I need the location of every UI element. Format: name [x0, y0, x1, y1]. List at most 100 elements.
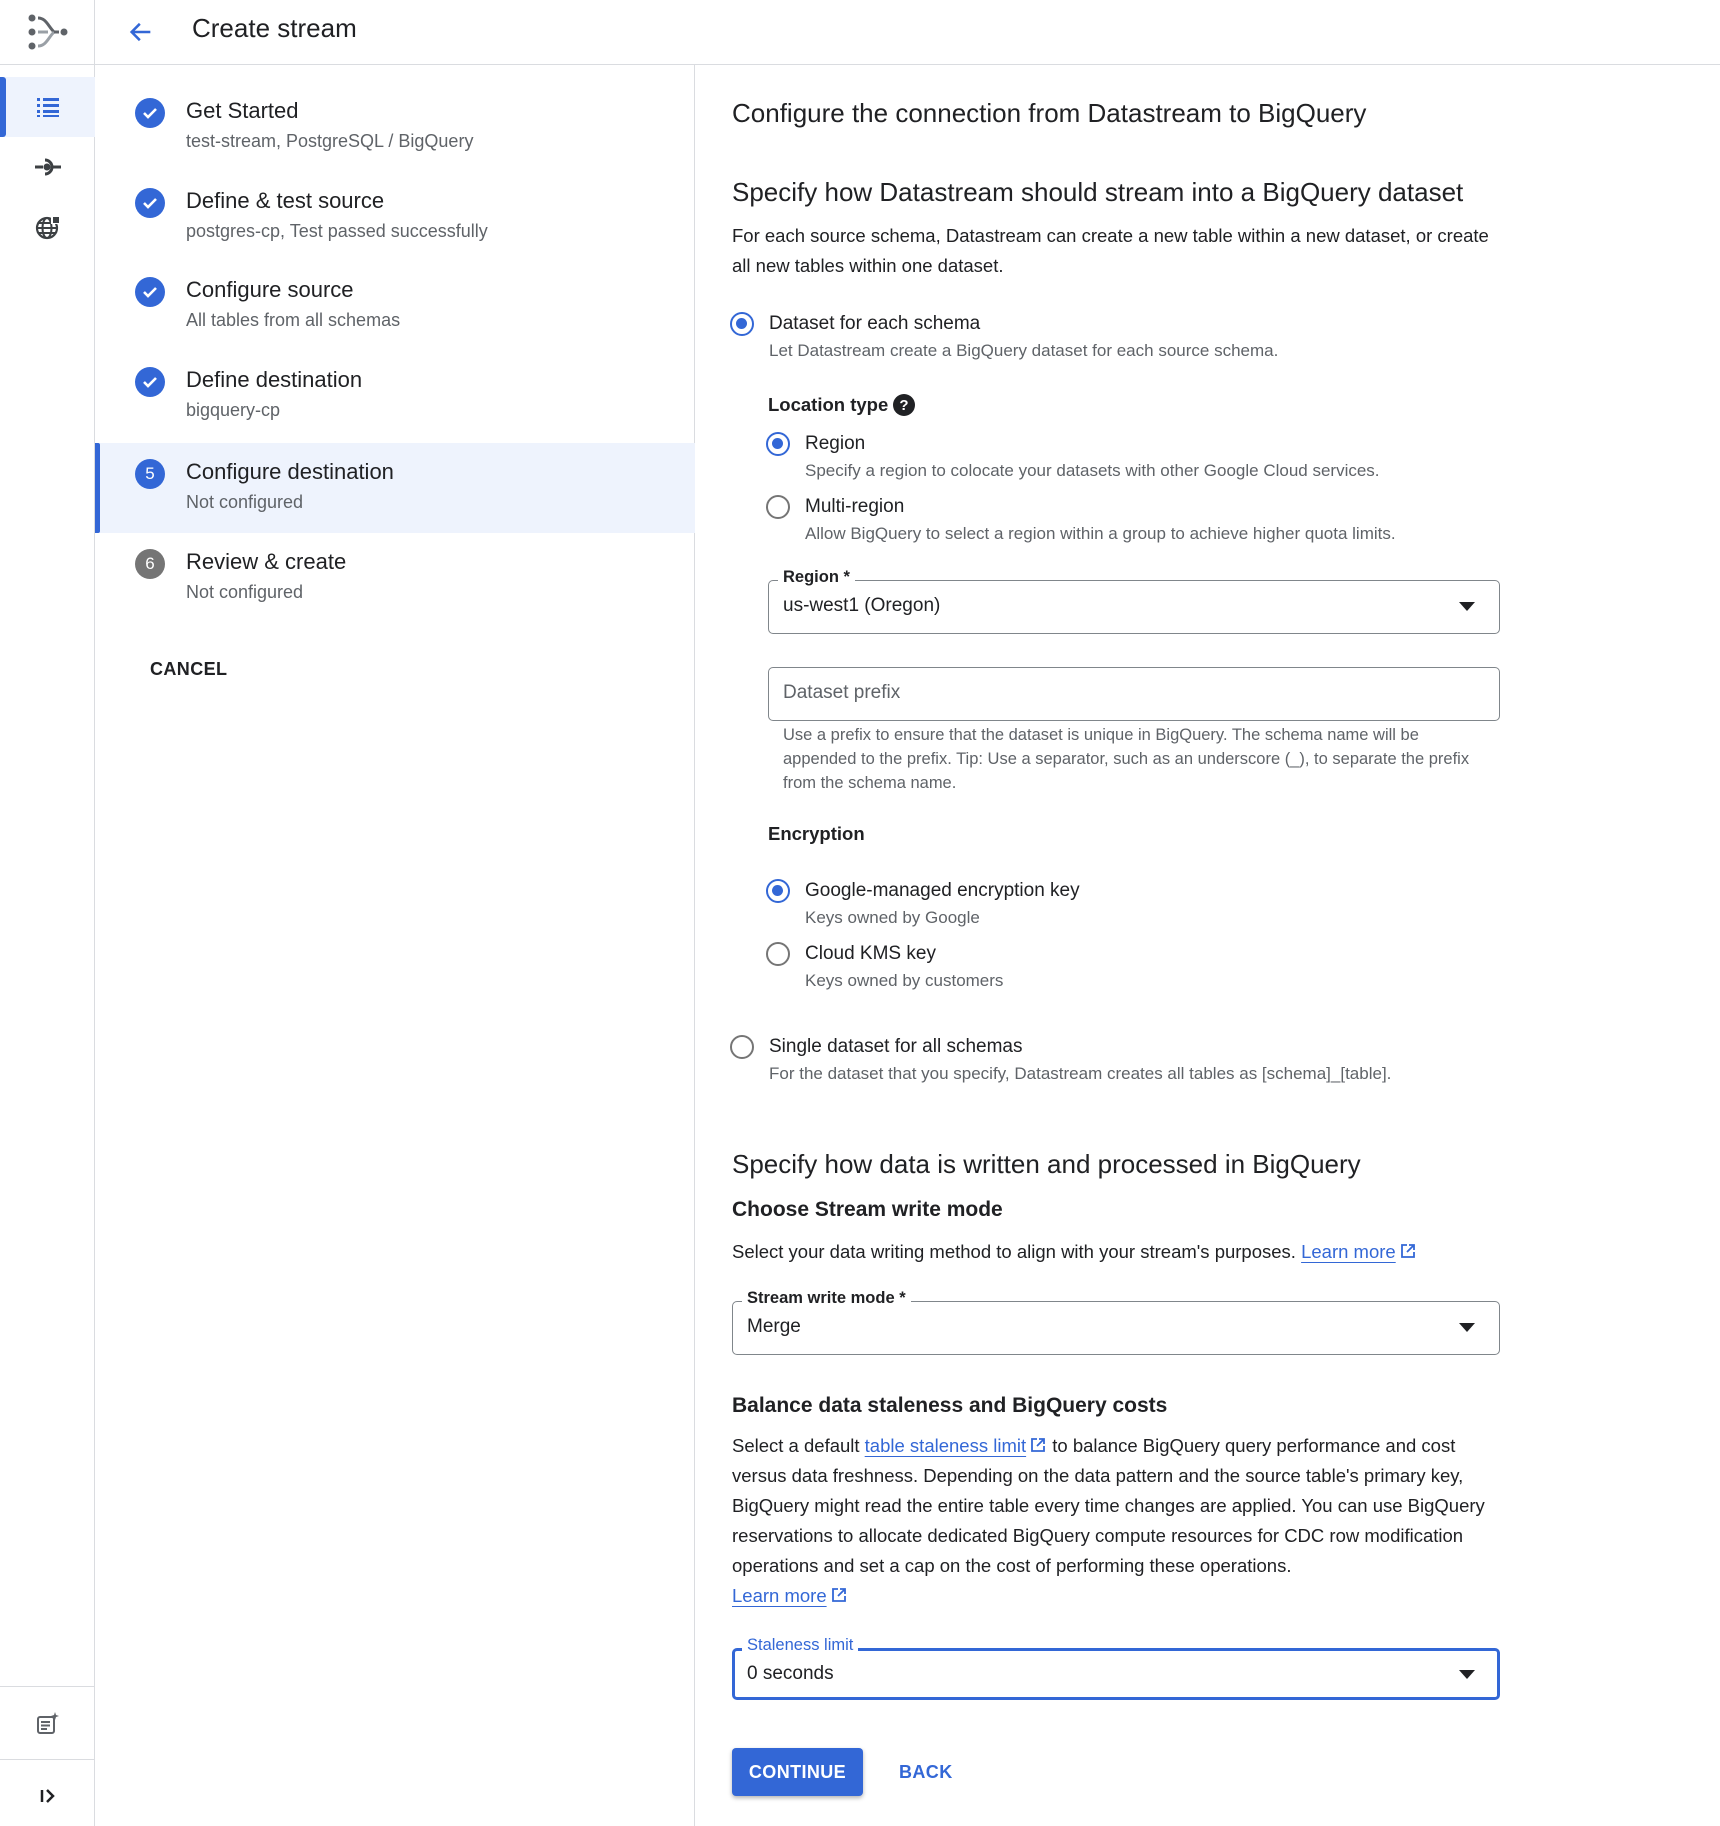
stream-write-mode-label: Stream write mode * — [742, 1289, 911, 1308]
stream-write-mode-select[interactable]: Stream write mode * Merge — [732, 1289, 1500, 1355]
option-label: Dataset for each schema — [769, 313, 981, 334]
step-subtitle: bigquery-cp — [186, 400, 281, 420]
dataset-section-description: For each source schema, Datastream can c… — [732, 225, 1489, 276]
radio-dataset-each-schema[interactable] — [730, 312, 754, 336]
radio-cloud-kms-key[interactable] — [766, 942, 790, 966]
step-number-badge: 5 — [135, 459, 165, 489]
step-title: Review & create — [186, 549, 347, 574]
step-subtitle: All tables from all schemas — [186, 310, 401, 330]
step-get-started[interactable]: Get Started test-stream, PostgreSQL / Bi… — [95, 82, 695, 172]
write-mode-description-text: Select your data writing method to align… — [732, 1241, 1296, 1262]
location-type-label: Location type — [768, 394, 889, 415]
rail-divider — [0, 1686, 95, 1687]
write-section-heading: Specify how data is written and processe… — [732, 1149, 1361, 1179]
step-title: Configure source — [186, 277, 354, 302]
arrow-back-icon — [129, 22, 151, 42]
radio-single-dataset[interactable] — [730, 1035, 754, 1059]
staleness-text-before: Select a default — [732, 1435, 865, 1456]
radio-region[interactable] — [766, 432, 790, 456]
step-define-destination[interactable]: Define destination bigquery-cp — [95, 351, 695, 441]
option-description: Allow BigQuery to select a region within… — [805, 524, 1396, 543]
step-subtitle: postgres-cp, Test passed successfully — [186, 221, 488, 241]
page-title: Create stream — [192, 13, 357, 43]
continue-button[interactable]: CONTINUE — [732, 1748, 863, 1796]
option-label: Multi-region — [805, 496, 905, 517]
external-link-icon — [1031, 1438, 1046, 1452]
write-mode-learn-more-link[interactable]: Learn more — [1301, 1241, 1396, 1262]
option-description: Keys owned by Google — [805, 908, 980, 927]
dropdown-arrow-icon — [1459, 1323, 1475, 1332]
staleness-heading: Balance data staleness and BigQuery cost… — [732, 1394, 1168, 1417]
staleness-learn-more-link[interactable]: Learn more — [732, 1585, 827, 1606]
dataset-prefix-placeholder: Dataset prefix — [783, 682, 901, 703]
region-select[interactable]: Region * us-west1 (Oregon) — [768, 568, 1500, 634]
cancel-button[interactable]: CANCEL — [150, 659, 227, 680]
dataset-section-heading: Specify how Datastream should stream int… — [732, 177, 1464, 207]
option-label: Single dataset for all schemas — [769, 1036, 1023, 1057]
step-number-badge: 6 — [135, 549, 165, 579]
list-icon — [36, 98, 59, 117]
rail-item-streams[interactable] — [0, 77, 95, 137]
release-notes-icon — [36, 1712, 59, 1734]
rail-item-connection-profiles[interactable] — [0, 137, 95, 197]
help-icon[interactable]: ? — [893, 394, 915, 416]
dataset-prefix-input[interactable]: Dataset prefix — [768, 667, 1500, 721]
radio-multi-region[interactable] — [766, 495, 790, 519]
step-title: Get Started — [186, 98, 299, 123]
staleness-description: Select a default table staleness limit t… — [732, 1431, 1512, 1611]
write-mode-description: Select your data writing method to align… — [732, 1237, 1417, 1267]
region-select-label: Region * — [778, 568, 855, 587]
check-circle-icon — [135, 367, 165, 397]
rail-divider — [0, 1759, 95, 1760]
step-configure-destination[interactable]: 5 Configure destination Not configured — [95, 443, 695, 533]
option-description: For the dataset that you specify, Datast… — [769, 1064, 1392, 1083]
dropdown-arrow-icon — [1459, 1670, 1475, 1679]
encryption-label: Encryption — [768, 823, 865, 844]
step-subtitle: Not configured — [186, 492, 304, 512]
expand-rail-icon — [40, 1789, 55, 1803]
option-description: Keys owned by customers — [805, 971, 1004, 990]
staleness-limit-select[interactable]: Staleness limit 0 seconds — [732, 1636, 1500, 1700]
region-select-value: us-west1 (Oregon) — [783, 595, 941, 616]
dataset-prefix-helper: Use a prefix to ensure that the dataset … — [783, 726, 1470, 792]
staleness-limit-label: Staleness limit — [742, 1636, 859, 1655]
check-circle-icon — [135, 98, 165, 128]
private-connectivity-globe-icon — [35, 215, 60, 240]
external-link-icon — [831, 1588, 846, 1602]
back-button[interactable] — [123, 14, 159, 50]
option-label: Cloud KMS key — [805, 943, 936, 964]
staleness-limit-value: 0 seconds — [747, 1663, 834, 1684]
step-title: Define & test source — [186, 188, 385, 213]
left-rail — [0, 0, 95, 1826]
step-subtitle: test-stream, PostgreSQL / BigQuery — [186, 131, 474, 151]
option-label: Google-managed encryption key — [805, 880, 1080, 901]
step-title: Define destination — [186, 367, 363, 392]
back-text-button[interactable]: BACK — [882, 1748, 970, 1796]
datastream-logo-icon — [28, 14, 67, 50]
stream-write-mode-value: Merge — [747, 1316, 801, 1337]
step-subtitle: Not configured — [186, 582, 304, 602]
step-title: Configure destination — [186, 459, 394, 484]
page-header: Create stream — [95, 0, 1720, 65]
step-configure-source[interactable]: Configure source All tables from all sch… — [95, 261, 695, 351]
staleness-text-after: to balance BigQuery query performance an… — [732, 1435, 1485, 1576]
step-define-test-source[interactable]: Define & test source postgres-cp, Test p… — [95, 172, 695, 262]
option-label: Region — [805, 433, 866, 454]
option-description: Specify a region to colocate your datase… — [805, 461, 1380, 480]
check-circle-icon — [135, 277, 165, 307]
write-mode-subheading: Choose Stream write mode — [732, 1198, 1003, 1221]
stepper: Get Started test-stream, PostgreSQL / Bi… — [95, 65, 695, 1826]
external-link-icon — [1400, 1244, 1415, 1258]
main-content: Configure the connection from Datastream… — [696, 65, 1720, 1826]
expand-rail-button[interactable] — [0, 1766, 95, 1826]
option-description: Let Datastream create a BigQuery dataset… — [769, 341, 1279, 360]
check-circle-icon — [135, 188, 165, 218]
rail-item-private-connectivity[interactable] — [0, 197, 95, 257]
dropdown-arrow-icon — [1459, 602, 1475, 611]
rail-item-release-notes[interactable] — [0, 1694, 95, 1752]
form-title: Configure the connection from Datastream… — [732, 98, 1367, 128]
datastream-logo[interactable] — [0, 0, 95, 65]
table-staleness-limit-link[interactable]: table staleness limit — [865, 1435, 1026, 1456]
step-review-create[interactable]: 6 Review & create Not configured — [95, 533, 695, 623]
radio-google-managed-key[interactable] — [766, 879, 790, 903]
